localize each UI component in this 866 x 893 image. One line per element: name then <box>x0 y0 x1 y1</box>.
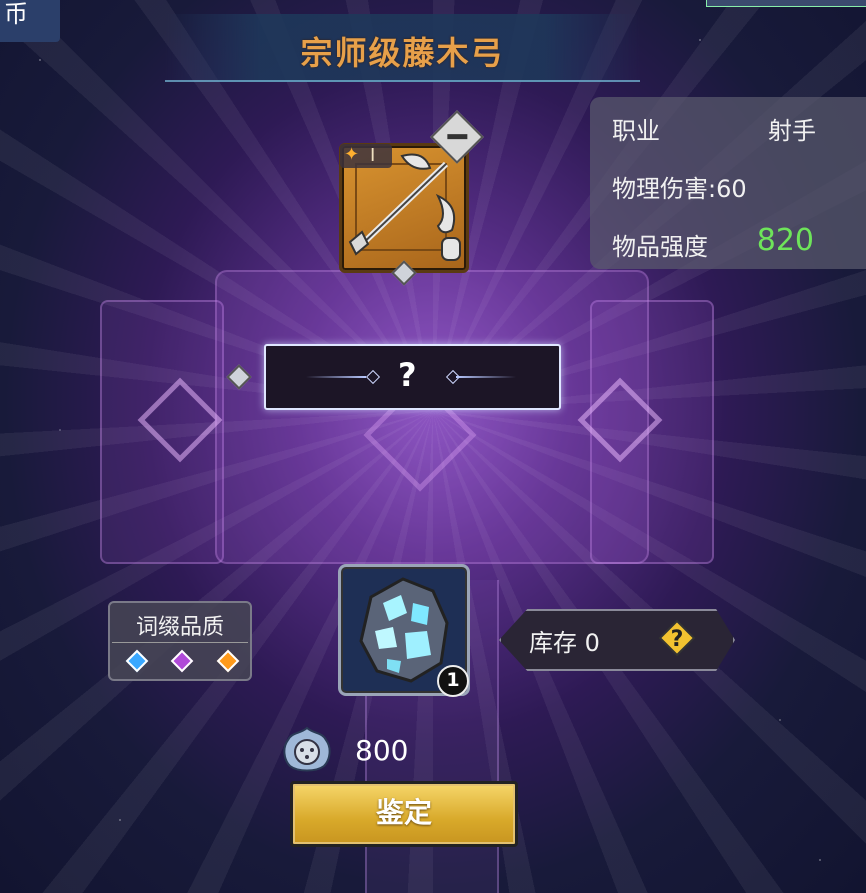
minus-icon <box>447 134 468 140</box>
purple-gem-icon <box>170 649 194 673</box>
orange-gem-icon <box>216 649 240 673</box>
blue-gem-icon <box>125 649 149 673</box>
weapon-level: I <box>370 145 376 166</box>
affix-quality-panel[interactable]: 词缀品质 <box>108 601 252 681</box>
star-icon: ✦ <box>344 144 360 165</box>
soul-currency-icon <box>283 726 331 772</box>
svg-text:?: ? <box>671 627 684 652</box>
top-right-tab <box>706 0 866 7</box>
profession-value: 射手 <box>768 117 816 145</box>
item-title: 宗师级藤木弓 <box>300 34 505 72</box>
cost-value: 800 <box>355 734 409 767</box>
physical-damage-text: 物理伤害:60 <box>612 175 747 203</box>
affix-quality-title: 词缀品质 <box>135 615 224 640</box>
stat-physical-damage: 物理伤害:60 <box>612 169 846 203</box>
item-strength-value: 820 <box>756 223 814 258</box>
appraise-button[interactable]: 鉴定 <box>290 781 518 847</box>
title-bar: 宗师级藤木弓 <box>165 14 640 82</box>
stat-item-strength: 物品强度 820 <box>612 223 846 261</box>
stock-label: 库存 0 <box>529 629 600 657</box>
divider-left <box>306 376 366 378</box>
item-strength-label: 物品强度 <box>612 233 708 261</box>
currency-tab-label: 币 <box>4 0 28 28</box>
stat-profession: 职业 射手 <box>612 111 846 145</box>
affix-quality-divider <box>112 642 248 643</box>
weapon-level-badge: ✦ I <box>340 144 392 168</box>
currency-tab[interactable]: 币 <box>0 0 60 42</box>
divider-right <box>456 376 516 378</box>
affix-result-box: ? <box>264 344 561 410</box>
divider-diamond-left <box>365 369 381 385</box>
profession-label: 职业 <box>612 117 660 145</box>
item-stats-panel: 职业 射手 物理伤害:60 物品强度 820 <box>590 97 866 269</box>
question-icon[interactable]: ? <box>657 618 697 658</box>
material-count-badge: 1 <box>437 665 469 697</box>
unknown-affix-symbol: ? <box>398 356 417 394</box>
